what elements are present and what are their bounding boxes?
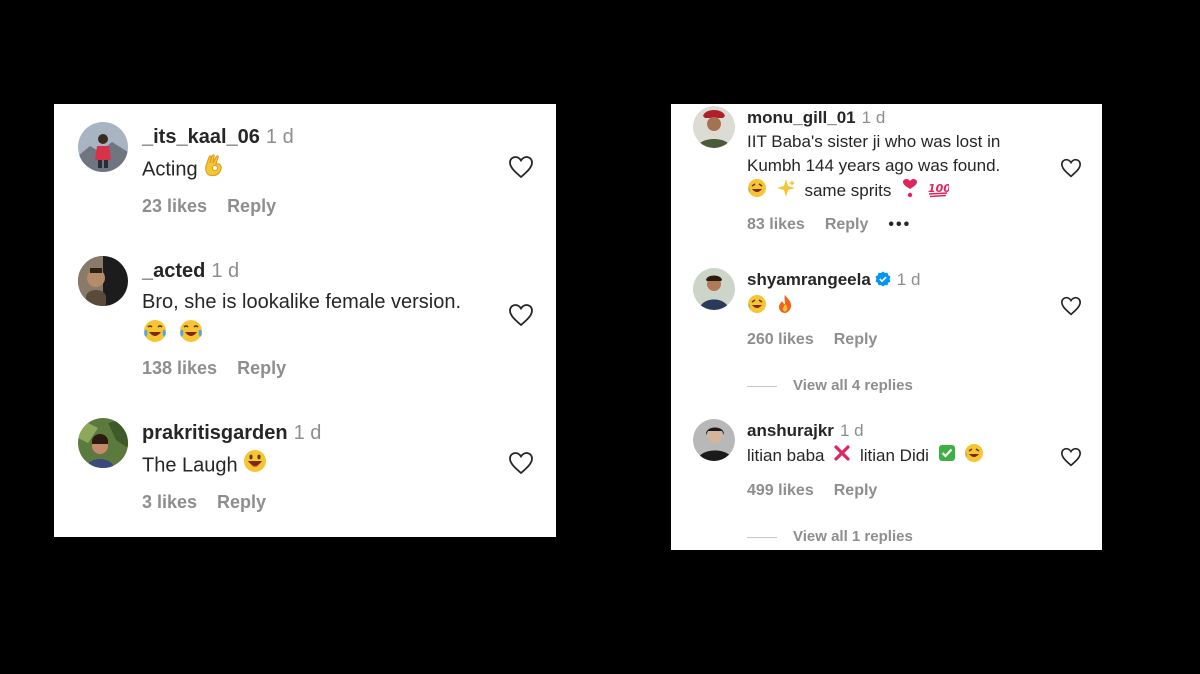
replies-divider: [747, 385, 777, 387]
comment-emojis: [142, 318, 461, 354]
comment-meta: 23 likes Reply: [142, 196, 296, 217]
username[interactable]: shyamrangeela: [747, 270, 871, 289]
tears-of-joy-emoji-icon: [178, 318, 204, 354]
heart-icon[interactable]: [1060, 447, 1082, 467]
comment-text-block: shyamrangeela 1 d: [747, 268, 920, 321]
avatar[interactable]: [78, 122, 128, 172]
comment-body: Acting: [142, 158, 198, 181]
heart-icon[interactable]: [1060, 296, 1082, 316]
comment-body: The Laugh: [142, 454, 238, 477]
username[interactable]: prakritisgarden: [142, 422, 288, 444]
username[interactable]: _its_kaal_06: [142, 126, 260, 148]
timestamp: 1 d: [861, 108, 886, 127]
cross-mark-emoji-icon: [833, 444, 851, 469]
like-count[interactable]: 23 likes: [142, 196, 207, 216]
comment-meta: 3 likes Reply: [142, 492, 286, 513]
like-count[interactable]: 138 likes: [142, 358, 217, 378]
avatar[interactable]: [693, 419, 735, 461]
comment-body: same sprits: [804, 180, 892, 200]
like-count[interactable]: 260 likes: [747, 331, 814, 348]
view-replies-label[interactable]: View all 4 replies: [793, 377, 913, 394]
comment-body-line: same sprits 100: [747, 178, 1000, 205]
avatar[interactable]: [693, 268, 735, 310]
comment-body-line: IIT Baba's sister ji who was lost in: [747, 132, 1001, 151]
replies-divider: [747, 536, 777, 538]
reply-button[interactable]: Reply: [834, 482, 878, 499]
view-replies-label[interactable]: View all 1 replies: [793, 528, 913, 545]
avatar[interactable]: [78, 256, 128, 306]
heart-icon[interactable]: [508, 155, 534, 179]
view-replies-button[interactable]: View all 1 replies: [747, 528, 913, 545]
heart-icon[interactable]: [508, 451, 534, 475]
comments-panel-right: monu_gill_01 1 d IIT Baba's sister ji who…: [671, 104, 1102, 550]
timestamp: 1 d: [293, 422, 322, 444]
reply-button[interactable]: Reply: [834, 331, 878, 348]
heart-icon[interactable]: [1060, 158, 1082, 178]
timestamp: 1 d: [839, 421, 864, 440]
check-mark-button-emoji-icon: [938, 444, 956, 469]
comment-meta: 83 likes Reply •••: [747, 216, 931, 234]
heart-icon[interactable]: [508, 303, 534, 327]
more-options-button[interactable]: •••: [888, 216, 911, 233]
like-count[interactable]: 3 likes: [142, 492, 197, 512]
grinning-face-emoji-icon: [243, 449, 267, 483]
timestamp: 1 d: [265, 126, 294, 148]
comment-body: Bro, she is lookalike female version.: [142, 291, 462, 313]
comment-text-block: prakritisgarden 1 d The Laugh: [142, 418, 321, 483]
comment-body: litian baba: [747, 445, 825, 465]
sparkles-emoji-icon: [776, 178, 796, 205]
username[interactable]: _acted: [142, 260, 205, 282]
heart-exclamation-emoji-icon: [902, 178, 918, 205]
hundred-points-emoji-icon: 100: [927, 178, 951, 205]
comment-text-block: monu_gill_01 1 d IIT Baba's sister ji who…: [747, 106, 1000, 205]
tears-of-joy-emoji-icon: [142, 318, 168, 354]
verified-badge-icon: [875, 270, 891, 294]
timestamp: 1 d: [211, 260, 240, 282]
comment-meta: 260 likes Reply: [747, 331, 897, 349]
view-replies-button[interactable]: View all 4 replies: [747, 377, 913, 394]
reply-button[interactable]: Reply: [217, 492, 266, 512]
comment-meta: 499 likes Reply: [747, 482, 897, 500]
comments-panel-left: _its_kaal_06 1 d Acting 23 likes Reply _…: [54, 104, 556, 537]
reply-button[interactable]: Reply: [237, 358, 286, 378]
comment-body: litian Didi: [859, 445, 929, 465]
fire-emoji-icon: [776, 294, 794, 321]
rofl-emoji-icon: [747, 178, 767, 205]
rofl-emoji-icon: [964, 443, 984, 470]
reply-button[interactable]: Reply: [825, 216, 869, 233]
comment-meta: 138 likes Reply: [142, 358, 306, 379]
rofl-emoji-icon: [747, 294, 767, 321]
like-count[interactable]: 83 likes: [747, 216, 805, 233]
comment-text-block: _acted 1 d Bro, she is lookalike female v…: [142, 256, 461, 354]
username[interactable]: anshurajkr: [747, 421, 834, 440]
avatar[interactable]: [78, 418, 128, 468]
avatar[interactable]: [693, 106, 735, 148]
reply-button[interactable]: Reply: [227, 196, 276, 216]
comment-text-block: anshurajkr 1 d litian baba litian Didi: [747, 419, 984, 470]
comment-text-block: _its_kaal_06 1 d Acting: [142, 122, 294, 187]
ok-hand-emoji-icon: [203, 153, 225, 187]
comment-body-line: Kumbh 144 years ago was found.: [747, 156, 1001, 175]
comment-emojis: [747, 294, 920, 321]
username[interactable]: monu_gill_01: [747, 108, 856, 127]
like-count[interactable]: 499 likes: [747, 482, 814, 499]
timestamp: 1 d: [896, 270, 921, 289]
